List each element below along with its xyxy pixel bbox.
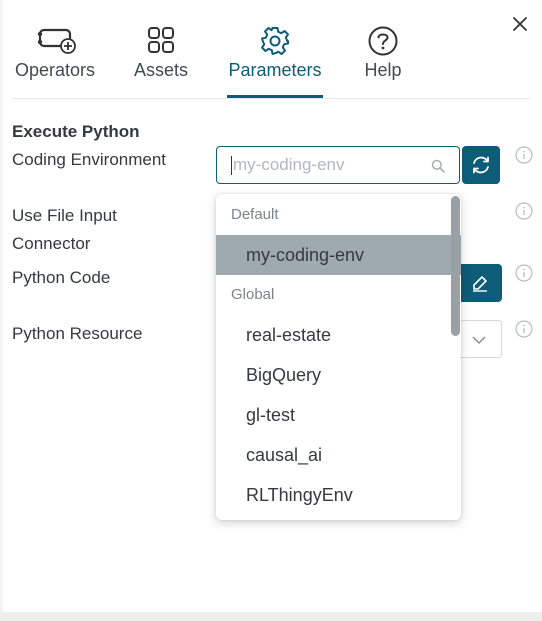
section-title: Execute Python bbox=[12, 122, 140, 141]
tab-label: Help bbox=[364, 60, 402, 80]
parameters-panel: Operators Assets Parameters Help Execute… bbox=[0, 0, 542, 612]
bottom-strip bbox=[0, 612, 542, 621]
chevron-down-icon bbox=[472, 336, 486, 345]
gear-icon bbox=[257, 24, 293, 58]
use-file-input-label-line2: Connector bbox=[12, 234, 91, 253]
dropdown-item[interactable]: real-estate bbox=[216, 315, 461, 355]
info-icon[interactable] bbox=[515, 146, 533, 164]
divider bbox=[12, 98, 530, 99]
help-circle-icon bbox=[365, 24, 401, 58]
tab-assets[interactable]: Assets bbox=[126, 0, 196, 98]
edit-code-button[interactable] bbox=[458, 264, 502, 302]
refresh-button[interactable] bbox=[462, 146, 500, 184]
tab-operators[interactable]: Operators bbox=[10, 0, 100, 98]
coding-environment-input[interactable] bbox=[233, 147, 433, 183]
operators-add-icon bbox=[37, 24, 76, 58]
dropdown-scrollbar[interactable] bbox=[451, 196, 460, 336]
use-file-input-label-line1: Use File Input bbox=[12, 206, 117, 225]
dropdown-item[interactable]: RLThingyEnv bbox=[216, 475, 461, 515]
refresh-icon bbox=[473, 156, 489, 174]
python-resource-label: Python Resource bbox=[12, 324, 143, 343]
dropdown-item[interactable]: BigQuery bbox=[216, 355, 461, 395]
tab-bar: Operators Assets Parameters Help bbox=[0, 0, 542, 100]
info-icon[interactable] bbox=[515, 202, 533, 220]
python-resource-select[interactable] bbox=[458, 320, 502, 358]
tab-parameters[interactable]: Parameters bbox=[227, 0, 323, 98]
search-icon bbox=[431, 159, 445, 173]
dropdown-item[interactable]: causal_ai bbox=[216, 435, 461, 475]
coding-environment-label: Coding Environment bbox=[12, 150, 167, 169]
tab-label: Operators bbox=[14, 60, 96, 80]
tab-label: Assets bbox=[133, 60, 189, 80]
info-icon[interactable] bbox=[515, 264, 533, 282]
text-caret bbox=[231, 156, 232, 175]
coding-environment-dropdown: Default my-coding-env Global real-estate… bbox=[216, 194, 461, 520]
tab-help[interactable]: Help bbox=[353, 0, 413, 98]
dropdown-item-selected[interactable]: my-coding-env bbox=[216, 235, 461, 275]
dropdown-item[interactable]: gl-test bbox=[216, 395, 461, 435]
dropdown-group-global: Global bbox=[231, 286, 275, 303]
grid-icon bbox=[143, 24, 179, 58]
coding-environment-search[interactable] bbox=[216, 146, 460, 184]
pencil-icon bbox=[473, 276, 487, 292]
info-icon[interactable] bbox=[515, 320, 533, 338]
tab-label: Parameters bbox=[228, 60, 322, 80]
python-code-label: Python Code bbox=[12, 268, 111, 287]
dropdown-group-default: Default bbox=[231, 206, 279, 223]
